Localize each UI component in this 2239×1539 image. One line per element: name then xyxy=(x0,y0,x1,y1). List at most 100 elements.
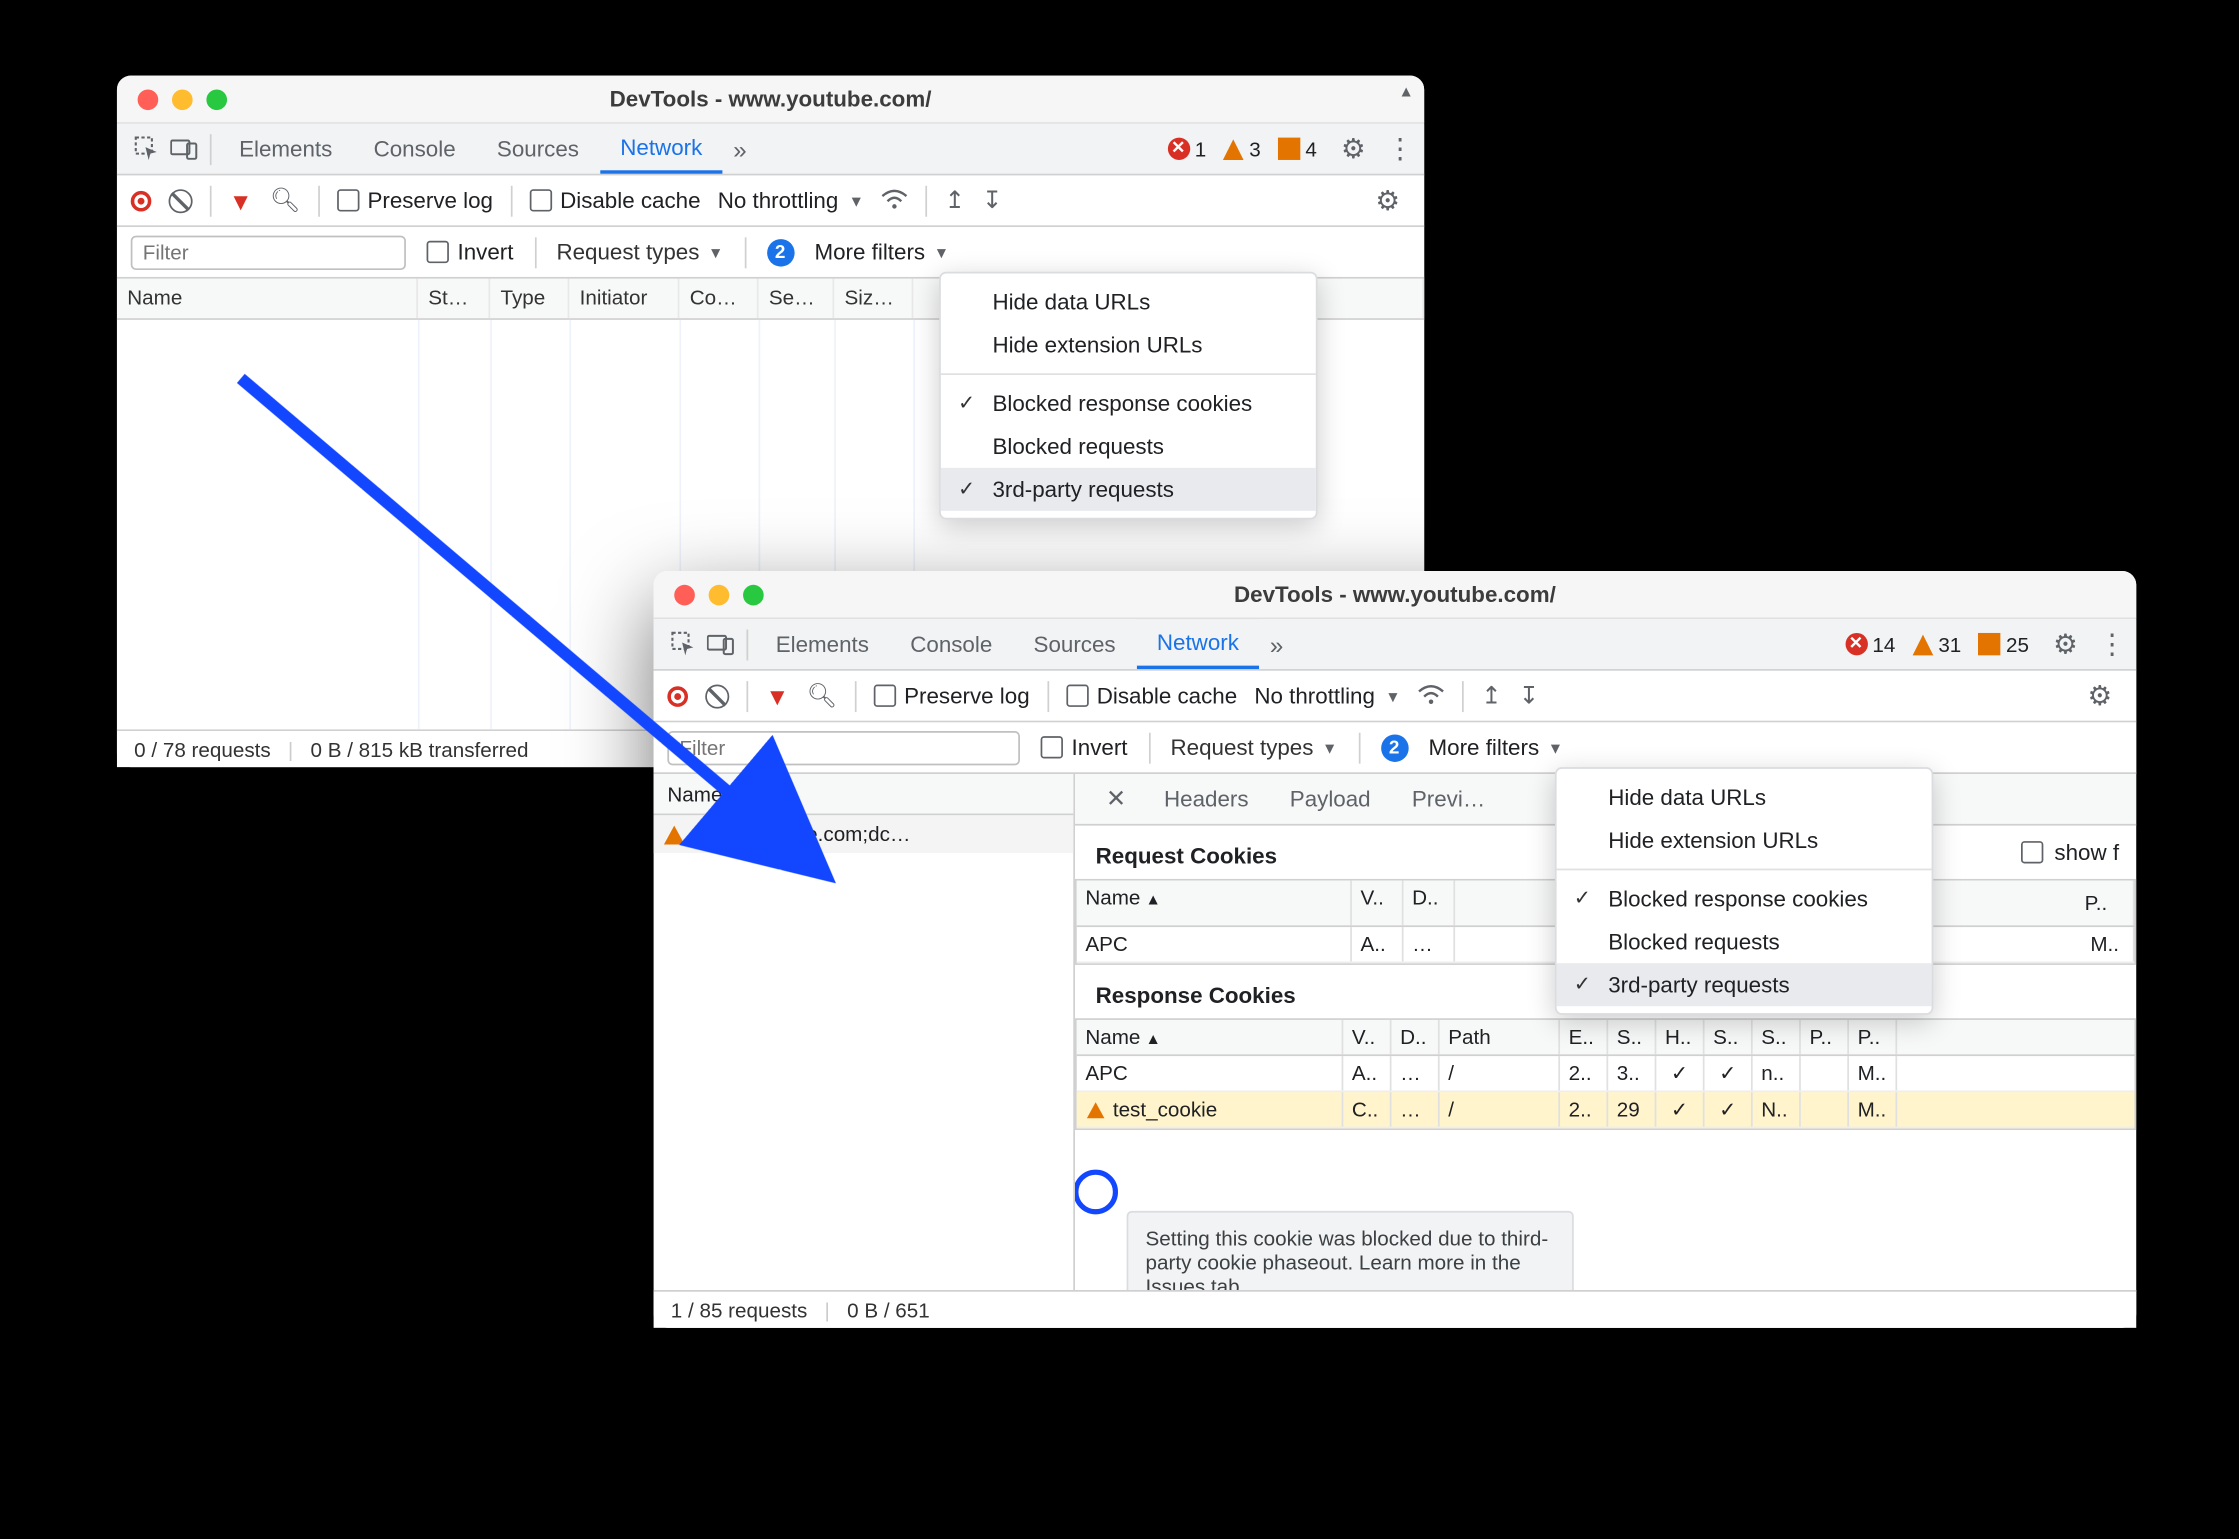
detail-tab-headers[interactable]: Headers xyxy=(1143,774,1269,824)
tab-elements[interactable]: Elements xyxy=(218,124,353,174)
dd-hide-data-urls[interactable]: Hide data URLs xyxy=(941,280,1316,323)
tab-sources[interactable]: Sources xyxy=(1013,619,1136,669)
dd-blocked-requests[interactable]: Blocked requests xyxy=(1557,920,1932,963)
preserve-log-checkbox[interactable]: Preserve log xyxy=(337,187,493,213)
th-v[interactable]: V.. xyxy=(1352,881,1404,926)
col-co[interactable]: Co… xyxy=(679,279,758,319)
gear-icon[interactable]: ⚙ xyxy=(2043,627,2088,661)
invert-checkbox[interactable]: Invert xyxy=(1041,734,1128,760)
device-icon[interactable] xyxy=(165,124,203,174)
dd-hide-extension-urls[interactable]: Hide extension URLs xyxy=(1557,819,1932,862)
detail-tab-preview[interactable]: Previ… xyxy=(1391,774,1506,824)
request-name: www.youtube.com;dc… xyxy=(695,822,911,846)
throttling-select[interactable]: No throttling▼ xyxy=(1254,683,1400,709)
requests-count: 1 / 85 requests xyxy=(671,1298,808,1322)
more-filters-button[interactable]: More filters▼ xyxy=(815,239,950,265)
dd-blocked-requests[interactable]: Blocked requests xyxy=(941,425,1316,468)
col-size[interactable]: Siz… xyxy=(834,279,913,319)
dd-hide-data-urls[interactable]: Hide data URLs xyxy=(1557,776,1932,819)
download-har-icon[interactable]: ↧ xyxy=(982,186,1002,215)
dd-blocked-response-cookies[interactable]: Blocked response cookies xyxy=(1557,877,1932,920)
dd-hide-extension-urls[interactable]: Hide extension URLs xyxy=(941,323,1316,366)
detail-tab-payload[interactable]: Payload xyxy=(1269,774,1391,824)
dd-separator xyxy=(941,373,1316,375)
invert-checkbox[interactable]: Invert xyxy=(427,239,514,265)
preserve-log-checkbox[interactable]: Preserve log xyxy=(873,683,1029,709)
filter-bar: Invert Request types▼ 2 More filters▼ Hi… xyxy=(117,227,1424,279)
col-status[interactable]: St… xyxy=(418,279,490,319)
kebab-icon[interactable]: ⋮ xyxy=(2088,627,2136,661)
close-icon[interactable]: ✕ xyxy=(1089,784,1144,813)
transfer-size: 0 B / 651 xyxy=(847,1298,930,1322)
response-cookie-row[interactable]: APC A.. … / 2.. 3.. ✓ ✓ n.. M.. xyxy=(1077,1056,2135,1092)
throttling-select[interactable]: No throttling▼ xyxy=(718,187,864,213)
record-button[interactable] xyxy=(667,685,688,706)
dd-blocked-response-cookies[interactable]: Blocked response cookies xyxy=(941,382,1316,425)
filter-input[interactable] xyxy=(131,235,406,269)
col-se[interactable]: Se… xyxy=(759,279,835,319)
more-filters-dropdown: Hide data URLs Hide extension URLs Block… xyxy=(1555,767,1933,1015)
th-name[interactable]: Name▲ xyxy=(1077,881,1352,926)
info-count[interactable]: 25 xyxy=(1979,632,2029,656)
blocked-cookie-tooltip: Setting this cookie was blocked due to t… xyxy=(1127,1211,1574,1290)
th-name[interactable]: Name▲ xyxy=(1077,1020,1344,1054)
gear-icon[interactable]: ⚙ xyxy=(1331,132,1376,166)
clear-button[interactable] xyxy=(705,684,729,708)
tab-console[interactable]: Console xyxy=(353,124,476,174)
inspect-icon[interactable] xyxy=(664,619,702,669)
inspect-icon[interactable] xyxy=(127,124,165,174)
upload-har-icon[interactable]: ↥ xyxy=(1481,681,1501,710)
issue-counters: ✕1 3 4 xyxy=(1167,137,1331,161)
kebab-icon[interactable]: ⋮ xyxy=(1376,132,1424,166)
window-title: DevTools - www.youtube.com/ xyxy=(654,581,2137,607)
record-button[interactable] xyxy=(131,190,152,211)
panel-tabs: Elements Console Sources Network » ✕14 3… xyxy=(654,619,2137,671)
network-conditions-icon[interactable] xyxy=(881,187,909,215)
tab-network[interactable]: Network xyxy=(1136,619,1259,669)
warning-count[interactable]: 31 xyxy=(1913,632,1962,656)
disable-cache-checkbox[interactable]: Disable cache xyxy=(1066,683,1237,709)
col-type[interactable]: Type xyxy=(490,279,569,319)
clear-button[interactable] xyxy=(169,188,193,212)
th-d[interactable]: D.. xyxy=(1404,881,1456,926)
request-row[interactable]: www.youtube.com;dc… xyxy=(654,815,1074,853)
search-icon[interactable]: 🔍︎ xyxy=(806,681,837,710)
filter-input[interactable] xyxy=(667,730,1020,764)
tabs-overflow[interactable]: » xyxy=(723,135,757,163)
error-count[interactable]: ✕1 xyxy=(1167,137,1206,161)
dd-3rd-party-requests[interactable]: 3rd-party requests xyxy=(1557,963,1932,1006)
col-name[interactable]: Name xyxy=(117,279,418,319)
filter-icon[interactable]: ▼ xyxy=(229,187,253,215)
filter-bar: Invert Request types▼ 2 More filters▼ Hi… xyxy=(654,722,2137,774)
tab-sources[interactable]: Sources xyxy=(476,124,599,174)
window-title: DevTools - www.youtube.com/ xyxy=(117,86,1424,112)
tab-console[interactable]: Console xyxy=(890,619,1013,669)
filter-icon[interactable]: ▼ xyxy=(765,682,789,710)
col-initiator[interactable]: Initiator xyxy=(569,279,679,319)
upload-har-icon[interactable]: ↥ xyxy=(945,186,965,215)
dd-3rd-party-requests[interactable]: 3rd-party requests xyxy=(941,468,1316,511)
search-icon[interactable]: 🔍︎ xyxy=(270,186,301,215)
download-har-icon[interactable]: ↧ xyxy=(1519,681,1539,710)
devtools-window-2: DevTools - www.youtube.com/ Elements Con… xyxy=(654,571,2137,1328)
request-types-select[interactable]: Request types▼ xyxy=(556,239,723,265)
request-list-header[interactable]: Name xyxy=(654,774,1074,815)
response-cookie-row-highlighted[interactable]: test_cookie C.. … / 2.. 29 ✓ ✓ N.. M.. xyxy=(1077,1092,2135,1128)
network-conditions-icon[interactable] xyxy=(1418,682,1446,710)
request-cookies-title: Request Cookies xyxy=(1075,826,1298,879)
requests-count: 0 / 78 requests xyxy=(134,737,271,761)
error-count[interactable]: ✕14 xyxy=(1845,632,1895,656)
transfer-size: 0 B / 815 kB transferred xyxy=(310,737,528,761)
disable-cache-checkbox[interactable]: Disable cache xyxy=(529,187,700,213)
tabs-overflow[interactable]: » xyxy=(1260,630,1294,658)
device-icon[interactable] xyxy=(702,619,740,669)
tab-elements[interactable]: Elements xyxy=(755,619,890,669)
tab-network[interactable]: Network xyxy=(600,124,723,174)
warning-count[interactable]: 3 xyxy=(1223,137,1260,161)
request-types-select[interactable]: Request types▼ xyxy=(1170,734,1337,760)
more-filters-button[interactable]: More filters▼ xyxy=(1429,734,1564,760)
show-filtered-checkbox[interactable]: show f xyxy=(2022,839,2119,865)
info-count[interactable]: 4 xyxy=(1278,137,1317,161)
network-settings-icon[interactable]: ⚙ xyxy=(2077,679,2122,713)
network-settings-icon[interactable]: ⚙ xyxy=(1365,183,1410,217)
